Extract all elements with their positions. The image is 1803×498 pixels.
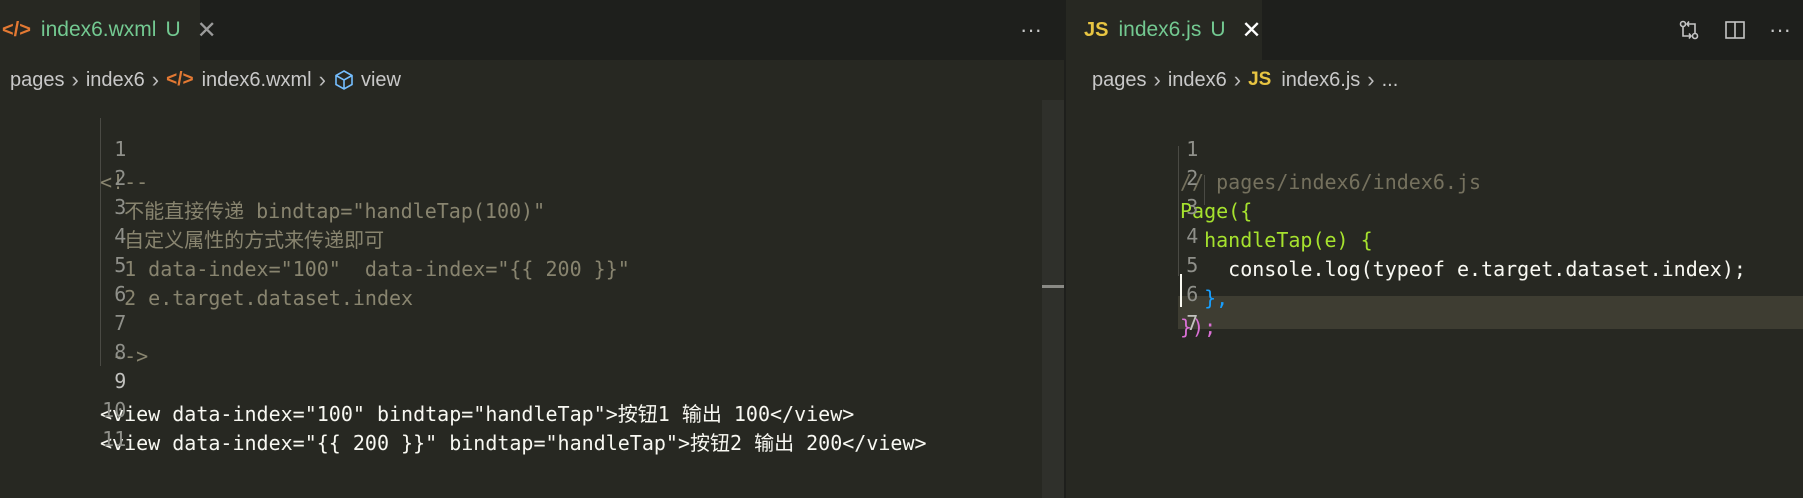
xml-file-icon: </> — [166, 69, 194, 90]
untracked-badge: U — [165, 18, 181, 41]
breadcrumb: pages › index6 › JS index6.js › ... — [1066, 60, 1803, 100]
more-actions-icon[interactable]: ··· — [1020, 17, 1042, 43]
right-editor-group: JS index6.js U ✕ ··· pages › index6 › JS… — [1066, 0, 1803, 498]
breadcrumb-item-more[interactable]: ... — [1382, 69, 1399, 92]
compare-icon[interactable] — [1677, 18, 1701, 42]
tab-index6-js[interactable]: JS index6.js U ✕ — [1066, 0, 1262, 60]
vertical-scrollbar[interactable] — [1042, 100, 1064, 498]
breadcrumb-item-pages[interactable]: pages — [10, 69, 65, 92]
text-cursor — [1180, 274, 1182, 307]
breadcrumb-item-file[interactable]: index6.wxml — [202, 69, 312, 92]
tab-label: index6.wxml — [40, 18, 157, 41]
code-line[interactable]: 7 — [1066, 274, 1803, 335]
xml-file-icon: </> — [2, 18, 31, 41]
breadcrumb: pages › index6 › </> index6.wxml › view — [0, 60, 1064, 100]
breadcrumb-item-file[interactable]: index6.js — [1281, 69, 1360, 92]
right-tab-actions: ··· — [1655, 0, 1791, 60]
line-number: 11 — [102, 427, 127, 451]
chevron-right-icon: › — [1233, 67, 1242, 92]
breadcrumb-item-symbol[interactable]: view — [361, 69, 401, 92]
left-tab-bar: </> index6.wxml U ✕ ··· — [0, 0, 1064, 60]
untracked-badge: U — [1210, 18, 1226, 41]
line-number: 7 — [1186, 311, 1199, 335]
breadcrumb-item-folder[interactable]: index6 — [1168, 69, 1227, 92]
left-editor-group: </> index6.wxml U ✕ ··· pages › index6 ›… — [0, 0, 1064, 498]
js-file-icon: JS — [1084, 18, 1109, 41]
close-icon[interactable]: ✕ — [1242, 16, 1262, 45]
scrollbar-marker — [1042, 285, 1064, 288]
js-file-icon: JS — [1248, 69, 1272, 90]
chevron-right-icon: › — [318, 67, 326, 92]
breadcrumb-item-pages[interactable]: pages — [1092, 69, 1147, 92]
chevron-right-icon: › — [71, 67, 79, 92]
code-line[interactable]: 11 — [0, 390, 1064, 451]
code-editor[interactable]: 1 <!-- 2 不能直接传递 bindtap="handleTap(100)"… — [0, 100, 1064, 498]
chevron-right-icon: › — [1153, 67, 1161, 92]
close-icon[interactable]: ✕ — [197, 16, 217, 45]
breadcrumb-item-folder[interactable]: index6 — [86, 69, 145, 92]
cube-icon — [333, 69, 355, 91]
chevron-right-icon: › — [151, 67, 160, 92]
code-editor[interactable]: 1 // pages/index6/index6.js 2 Page({ 3 h… — [1066, 100, 1803, 498]
left-tab-actions: ··· — [998, 0, 1042, 60]
split-editor-icon[interactable] — [1723, 18, 1747, 42]
right-tab-bar: JS index6.js U ✕ ··· — [1066, 0, 1803, 60]
line-text: <view data-index="{{ 200 }}" bindtap="ha… — [100, 431, 927, 455]
tab-label: index6.js — [1118, 18, 1202, 41]
chevron-right-icon: › — [1367, 67, 1375, 92]
tab-index6-wxml[interactable]: </> index6.wxml U ✕ — [0, 0, 217, 60]
more-actions-icon[interactable]: ··· — [1769, 17, 1791, 43]
